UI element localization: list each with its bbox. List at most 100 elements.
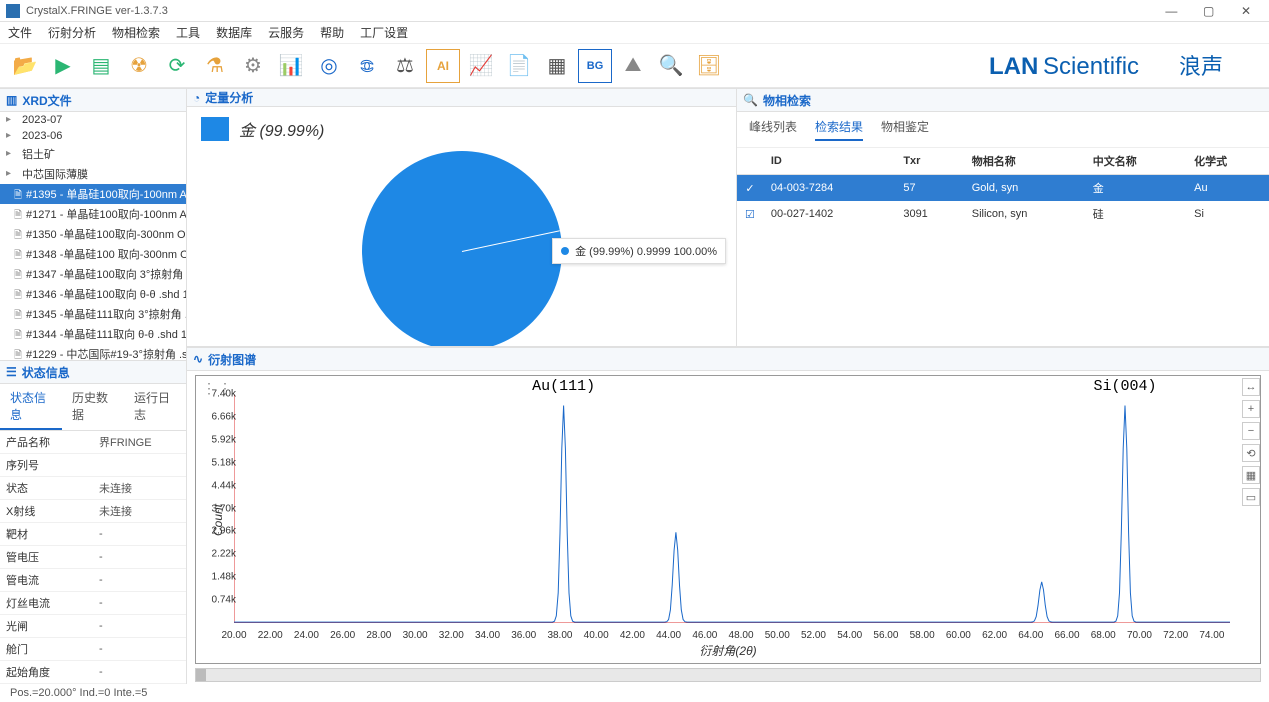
x-tick: 54.00 [837, 630, 862, 641]
beaker-icon[interactable]: ⚗ [198, 49, 232, 83]
menu-tools[interactable]: 工具 [176, 24, 200, 41]
tree-item[interactable]: ▸2023-06 [0, 128, 186, 144]
trend-icon[interactable]: 📈 [464, 49, 498, 83]
play-icon[interactable]: ▶ [46, 49, 80, 83]
scrollbar-thumb[interactable] [196, 669, 206, 681]
status-key: 光闸 [0, 615, 93, 638]
menu-diffraction[interactable]: 衍射分析 [48, 24, 96, 41]
y-tick: 5.18k [212, 457, 236, 468]
tab-status-info[interactable]: 状态信息 [0, 384, 62, 430]
tree-item[interactable]: 🗎#1350 -单晶硅100取向-300nm Oxide 3°掠射 [0, 224, 186, 244]
x-tick: 24.00 [294, 630, 319, 641]
tree-item[interactable]: 🗎#1229 - 中芯国际#19-3°掠射角 .shd 16:43 [0, 344, 186, 360]
tree-item[interactable]: 🗎#1347 -单晶硅100取向 3°掠射角 .shd 14:02 [0, 264, 186, 284]
table-header[interactable]: ID [763, 148, 895, 175]
upper-panels: ◔ 定量分析 金 (99.99%) 金 (99.99%) 0.9999 100.… [187, 88, 1269, 346]
tab-phase-id[interactable]: 物相鉴定 [881, 118, 929, 141]
database-icon[interactable]: 🗄 [692, 49, 726, 83]
menu-cloud[interactable]: 云服务 [268, 24, 304, 41]
status-row: 管电流- [0, 569, 186, 592]
chart-scrollbar[interactable] [195, 668, 1261, 682]
tool-zoomout-icon[interactable]: − [1242, 422, 1260, 440]
folder-open-icon[interactable]: 📂 [8, 49, 42, 83]
tree-item[interactable]: 🗎#1346 -单晶硅100取向 θ-θ .shd 13:45 [0, 284, 186, 304]
gear-icon[interactable]: ⚙ [236, 49, 270, 83]
status-row: 序列号 [0, 454, 186, 477]
status-value: - [93, 523, 186, 546]
tab-log[interactable]: 运行日志 [124, 384, 186, 430]
chart-side-tools: ↔ + − ⟲ ▦ ▭ [1240, 378, 1262, 506]
menu-database[interactable]: 数据库 [216, 24, 252, 41]
menu-factory[interactable]: 工厂设置 [360, 24, 408, 41]
tree-item[interactable]: 🗎#1348 -单晶硅100 取向-300nm Oxide θ-θ .s [0, 244, 186, 264]
tree-item[interactable]: 🗎#1344 -单晶硅111取向 θ-θ .shd 11:52 [0, 324, 186, 344]
target-icon[interactable]: ◎ [312, 49, 346, 83]
search-result-table[interactable]: IDTxr物相名称中文名称化学式✓04-003-728457Gold, syn金… [737, 148, 1269, 227]
x-tick: 72.00 [1163, 630, 1188, 641]
tab-peak-list[interactable]: 峰线列表 [749, 118, 797, 141]
row-checkbox[interactable]: ☑ [737, 201, 763, 227]
tool-zoomin-icon[interactable]: + [1242, 400, 1260, 418]
doc-icon[interactable]: 📄 [502, 49, 536, 83]
cell-txr: 57 [895, 175, 963, 202]
x-tick: 36.00 [511, 630, 536, 641]
ai-icon[interactable]: AI [426, 49, 460, 83]
tree-item[interactable]: 🗎#1271 - 单晶硅100取向-100nm Au 3°掠射角 . [0, 204, 186, 224]
grid-icon[interactable]: ▦ [540, 49, 574, 83]
tool-chart-icon[interactable]: ▭ [1242, 488, 1260, 506]
status-value: - [93, 546, 186, 569]
x-tick: 64.00 [1018, 630, 1043, 641]
tree-item[interactable]: ▸2023-07 [0, 112, 186, 128]
tool-grid-icon[interactable]: ▦ [1242, 466, 1260, 484]
menu-help[interactable]: 帮助 [320, 24, 344, 41]
tool-expand-icon[interactable]: ↔ [1242, 378, 1260, 396]
maximize-button[interactable]: ▢ [1192, 4, 1226, 18]
tooltip-dot-icon [561, 247, 569, 255]
list-icon[interactable]: ▤ [84, 49, 118, 83]
fingerprint-icon[interactable]: 𖠂 [350, 49, 384, 83]
tree-item[interactable]: ▸中芯国际薄膜 [0, 164, 186, 184]
tool-reset-icon[interactable]: ⟲ [1242, 444, 1260, 462]
status-value: - [93, 684, 186, 685]
plot-area[interactable] [234, 394, 1230, 623]
row-checkbox[interactable]: ✓ [737, 175, 763, 202]
table-header[interactable]: 化学式 [1186, 148, 1269, 175]
tree-item[interactable]: 🗎#1345 -单晶硅111取向 3°掠射角 .shd 13:34 [0, 304, 186, 324]
tab-history[interactable]: 历史数据 [62, 384, 124, 430]
mountain-icon[interactable]: ⛰ [616, 49, 650, 83]
tree-item-label: #1271 - 单晶硅100取向-100nm Au 3°掠射角 . [26, 206, 186, 222]
radiation-icon[interactable]: ☢ [122, 49, 156, 83]
minimize-button[interactable]: — [1154, 4, 1188, 18]
tree-item-label: #1346 -单晶硅100取向 θ-θ .shd 13:45 [26, 286, 186, 302]
x-tick: 50.00 [765, 630, 790, 641]
zoom-icon[interactable]: 🔍 [654, 49, 688, 83]
table-header[interactable]: 物相名称 [964, 148, 1085, 175]
status-row: 终止角度- [0, 684, 186, 685]
tree-item[interactable]: ▸铝土矿 [0, 144, 186, 164]
table-row[interactable]: ✓04-003-728457Gold, syn金Au [737, 175, 1269, 202]
file-icon: 🗎 [14, 268, 22, 280]
menu-phase-search[interactable]: 物相检索 [112, 24, 160, 41]
table-row[interactable]: ☑00-027-14023091Silicon, syn硅Si [737, 201, 1269, 227]
table-header[interactable]: 中文名称 [1085, 148, 1186, 175]
y-tick: 2.22k [212, 549, 236, 560]
x-axis-label: 衍射角(2θ) [699, 642, 756, 659]
table-header[interactable] [737, 148, 763, 175]
bg-icon[interactable]: BG [578, 49, 612, 83]
refresh-icon[interactable]: ⟳ [160, 49, 194, 83]
tree-item-label: #1395 - 单晶硅100取向-100nm Au θ-θ .shd [26, 186, 186, 202]
diffraction-chart[interactable]: ⋮⋮ ↔ + − ⟲ ▦ ▭ Count 衍射角(2θ) 20.0022.002… [195, 375, 1261, 664]
x-tick: 40.00 [584, 630, 609, 641]
menu-file[interactable]: 文件 [8, 24, 32, 41]
chart-bars-icon[interactable]: 📊 [274, 49, 308, 83]
pie-chart[interactable]: 金 (99.99%) 0.9999 100.00% [187, 151, 736, 351]
tab-search-result[interactable]: 检索结果 [815, 118, 863, 141]
status-icon: ☰ [6, 365, 17, 379]
tree-item[interactable]: 🗎#1395 - 单晶硅100取向-100nm Au θ-θ .shd [0, 184, 186, 204]
scale-icon[interactable]: ⚖ [388, 49, 422, 83]
main: ▥ XRD文件 ▸2023-07▸2023-06▸铝土矿▸中芯国际薄膜🗎#139… [0, 88, 1269, 684]
file-tree[interactable]: ▸2023-07▸2023-06▸铝土矿▸中芯国际薄膜🗎#1395 - 单晶硅1… [0, 112, 186, 360]
toolbar: 📂 ▶ ▤ ☢ ⟳ ⚗ ⚙ 📊 ◎ 𖠂 ⚖ AI 📈 📄 ▦ BG ⛰ 🔍 🗄 … [0, 44, 1269, 88]
table-header[interactable]: Txr [895, 148, 963, 175]
close-button[interactable]: ✕ [1229, 4, 1263, 18]
